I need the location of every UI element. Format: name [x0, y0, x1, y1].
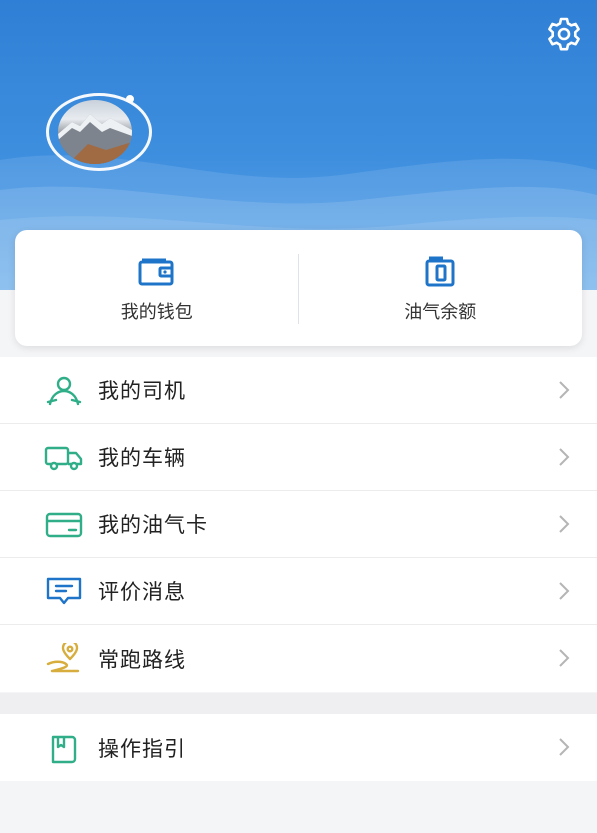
truck-icon [44, 441, 84, 473]
secondary-menu-list: 操作指引 [0, 714, 597, 781]
gas-balance-button[interactable]: 油气余额 [299, 230, 583, 346]
my-wallet-button[interactable]: 我的钱包 [15, 230, 299, 346]
chevron-right-icon [559, 515, 570, 533]
main-menu-list: 我的司机 我的车辆 我的油气卡 评价消息 常跑路线 [0, 357, 597, 692]
wallet-card: 我的钱包 油气余额 [15, 230, 582, 346]
driver-icon [44, 374, 84, 406]
menu-item-my-vehicles[interactable]: 我的车辆 [0, 424, 597, 491]
menu-item-label: 常跑路线 [98, 647, 186, 672]
menu-item-operation-guide[interactable]: 操作指引 [0, 714, 597, 781]
menu-item-label: 我的车辆 [98, 446, 186, 470]
menu-item-label: 我的油气卡 [98, 513, 208, 537]
menu-item-review-messages[interactable]: 评价消息 [0, 558, 597, 625]
menu-item-frequent-routes[interactable]: 常跑路线 [0, 625, 597, 692]
menu-item-label: 我的司机 [98, 379, 186, 403]
chevron-right-icon [559, 582, 570, 600]
wallet-divider [298, 254, 299, 324]
menu-item-label: 评价消息 [98, 580, 186, 604]
guide-book-icon [44, 732, 84, 764]
avatar-ring-dot [126, 95, 134, 103]
page-background [0, 781, 597, 833]
card-icon [44, 508, 84, 540]
section-gap [0, 693, 597, 714]
my-wallet-label: 我的钱包 [120, 302, 193, 323]
balance-card-icon [419, 252, 461, 288]
chevron-right-icon [559, 448, 570, 466]
menu-item-my-drivers[interactable]: 我的司机 [0, 357, 597, 424]
menu-item-my-gas-card[interactable]: 我的油气卡 [0, 491, 597, 558]
chevron-right-icon [559, 649, 570, 667]
chevron-right-icon [559, 381, 570, 399]
gear-icon[interactable] [545, 15, 583, 53]
wallet-icon [136, 252, 178, 288]
route-icon [44, 642, 84, 675]
chevron-right-icon [559, 738, 570, 756]
avatar[interactable] [58, 100, 132, 164]
avatar-container[interactable] [46, 93, 156, 173]
gas-balance-label: 油气余额 [404, 302, 477, 323]
menu-item-label: 操作指引 [98, 736, 186, 761]
message-icon [44, 575, 84, 607]
